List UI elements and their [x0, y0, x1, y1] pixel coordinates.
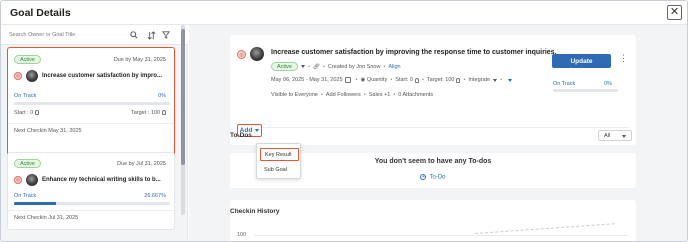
due-date: Due by May 31, 2025	[113, 57, 166, 63]
progress-bar-fill	[14, 202, 56, 205]
goal-meta-row-3: Visible to Everyone • Add Followers • Sa…	[271, 92, 434, 98]
checkin-history-card: Checkin History 100	[230, 200, 636, 241]
goal-details-dialog: Goal Details ✕ Search Owner or Goal Titl…	[0, 0, 688, 242]
metric-type: Quantity	[366, 77, 388, 83]
integrate-dropdown-icon[interactable]	[493, 78, 498, 82]
goal-title: Enhance my technical writing skills to b…	[42, 177, 161, 183]
grid-line	[254, 235, 628, 236]
status-badge: Active	[14, 159, 41, 168]
close-icon: ✕	[669, 6, 680, 18]
dialog-title: Goal Details	[10, 7, 71, 19]
progress-status: On Track	[14, 93, 37, 99]
created-by: Created by Jon Snow	[327, 63, 381, 70]
progress-percent: 26.667%	[144, 193, 166, 199]
scrollbar-thumb[interactable]	[181, 29, 185, 165]
due-date: Due by Jul 31, 2025	[117, 161, 166, 167]
progress-status: On Track	[14, 193, 37, 199]
goal-summary-card: ◎ Increase customer satisfaction by impr…	[230, 35, 636, 145]
search-input[interactable]: Search Owner or Goal Title	[9, 32, 75, 38]
more-dropdown-icon[interactable]	[508, 78, 513, 82]
status-badge: Active	[271, 62, 298, 71]
quantity-icon: ◉	[360, 77, 366, 83]
add-todo-label: To-Do	[429, 174, 446, 181]
person-icon	[162, 110, 166, 116]
target-value: Target: 100	[426, 77, 455, 83]
menu-item-sub-goal[interactable]: Sub Goal	[260, 163, 299, 176]
avatar	[26, 174, 38, 186]
y-axis-tick: 100	[237, 232, 247, 238]
add-menu: Key Result Sub Goal	[256, 143, 301, 179]
dialog-header: Goal Details ✕	[1, 1, 687, 25]
goal-detail-panel: ◎ Increase customer satisfaction by impr…	[189, 25, 687, 241]
progress-bar	[553, 89, 618, 92]
todos-heading: To-Dos	[230, 132, 252, 139]
close-button[interactable]: ✕	[667, 5, 682, 20]
goal-title: Increase customer satisfaction by impro.…	[42, 73, 163, 79]
trend-line	[474, 223, 615, 234]
integrate-label[interactable]: Integrate	[468, 77, 490, 83]
calendar-icon[interactable]	[344, 77, 351, 83]
target-value: Target : 100	[131, 110, 166, 116]
person-icon	[35, 110, 40, 116]
sort-icon[interactable]	[146, 30, 156, 40]
goal-card[interactable]: Active Due by Jul 31, 2025 ◎ Enhance my …	[7, 152, 175, 230]
status-dropdown-icon[interactable]	[300, 65, 305, 68]
chevron-down-icon	[255, 129, 260, 132]
goal-dates: May 06, 2025 - May 31, 2025	[271, 77, 343, 83]
start-value: Start: 0	[395, 77, 413, 83]
avatar	[26, 70, 38, 82]
person-icon	[414, 77, 419, 83]
progress-status: On Track	[553, 81, 576, 87]
search-icon[interactable]	[129, 30, 139, 40]
checkin-history-title: Checkin History	[230, 208, 280, 215]
target-text: Target : 100	[130, 110, 160, 116]
progress-bar	[14, 102, 170, 105]
sales-tag[interactable]: Sales +1	[369, 92, 391, 98]
plus-circle-icon: +	[420, 174, 427, 180]
align-link[interactable]: Align	[388, 64, 400, 70]
progress-percent: 0%	[604, 81, 612, 87]
progress-percent: 0%	[158, 93, 166, 99]
progress-bar	[14, 202, 170, 205]
card-divider	[237, 127, 629, 128]
start-text: Start : 0	[14, 110, 34, 116]
person-icon	[456, 77, 461, 83]
chevron-down-icon	[622, 135, 626, 138]
goal-list-panel: Search Owner or Goal Title Active Due by…	[1, 25, 188, 241]
attachments[interactable]: 0 Attachments	[398, 92, 433, 98]
card-divider	[8, 210, 174, 211]
add-followers[interactable]: Add Followers	[326, 92, 361, 98]
goal-list-scrollbar[interactable]	[181, 25, 185, 215]
menu-item-key-result[interactable]: Key Result	[260, 148, 299, 161]
goal-card-selected[interactable]: Active Due by May 31, 2025 ◎ Increase cu…	[7, 47, 175, 162]
goal-title-row: ◎ Increase customer satisfaction by impr…	[14, 70, 162, 82]
goal-target-icon: ◎	[14, 72, 22, 80]
filter-icon[interactable]	[161, 30, 171, 40]
goal-meta-row-2: May 06, 2025 - May 31, 2025 • ◉ Quantity…	[271, 77, 513, 83]
goal-meta-row-1: Active • 🔗︎ • Created by Jon Snow • Alig…	[271, 62, 401, 71]
goal-target-icon: ◎	[237, 50, 246, 59]
goal-target-icon: ◎	[14, 176, 22, 184]
goal-title-row: ◎ Enhance my technical writing skills to…	[14, 174, 161, 186]
avatar	[250, 47, 264, 61]
todos-filter-select[interactable]: All	[598, 130, 632, 141]
more-options-icon[interactable]: ⋮	[619, 54, 628, 63]
status-badge: Active	[14, 55, 41, 64]
next-checkin: Next Checkin May 31, 2025	[14, 128, 82, 134]
link-icon[interactable]: 🔗︎	[313, 64, 320, 70]
start-value: Start : 0	[14, 110, 40, 116]
visibility[interactable]: Visible to Everyone	[271, 92, 318, 98]
next-checkin: Next Checkin Jul 31, 2025	[14, 215, 79, 221]
todos-filter-value: All	[604, 132, 611, 139]
update-button[interactable]: Update	[552, 54, 611, 68]
search-bar: Search Owner or Goal Title	[1, 25, 188, 45]
goal-title: Increase customer satisfaction by improv…	[271, 49, 557, 56]
card-divider	[8, 123, 174, 124]
